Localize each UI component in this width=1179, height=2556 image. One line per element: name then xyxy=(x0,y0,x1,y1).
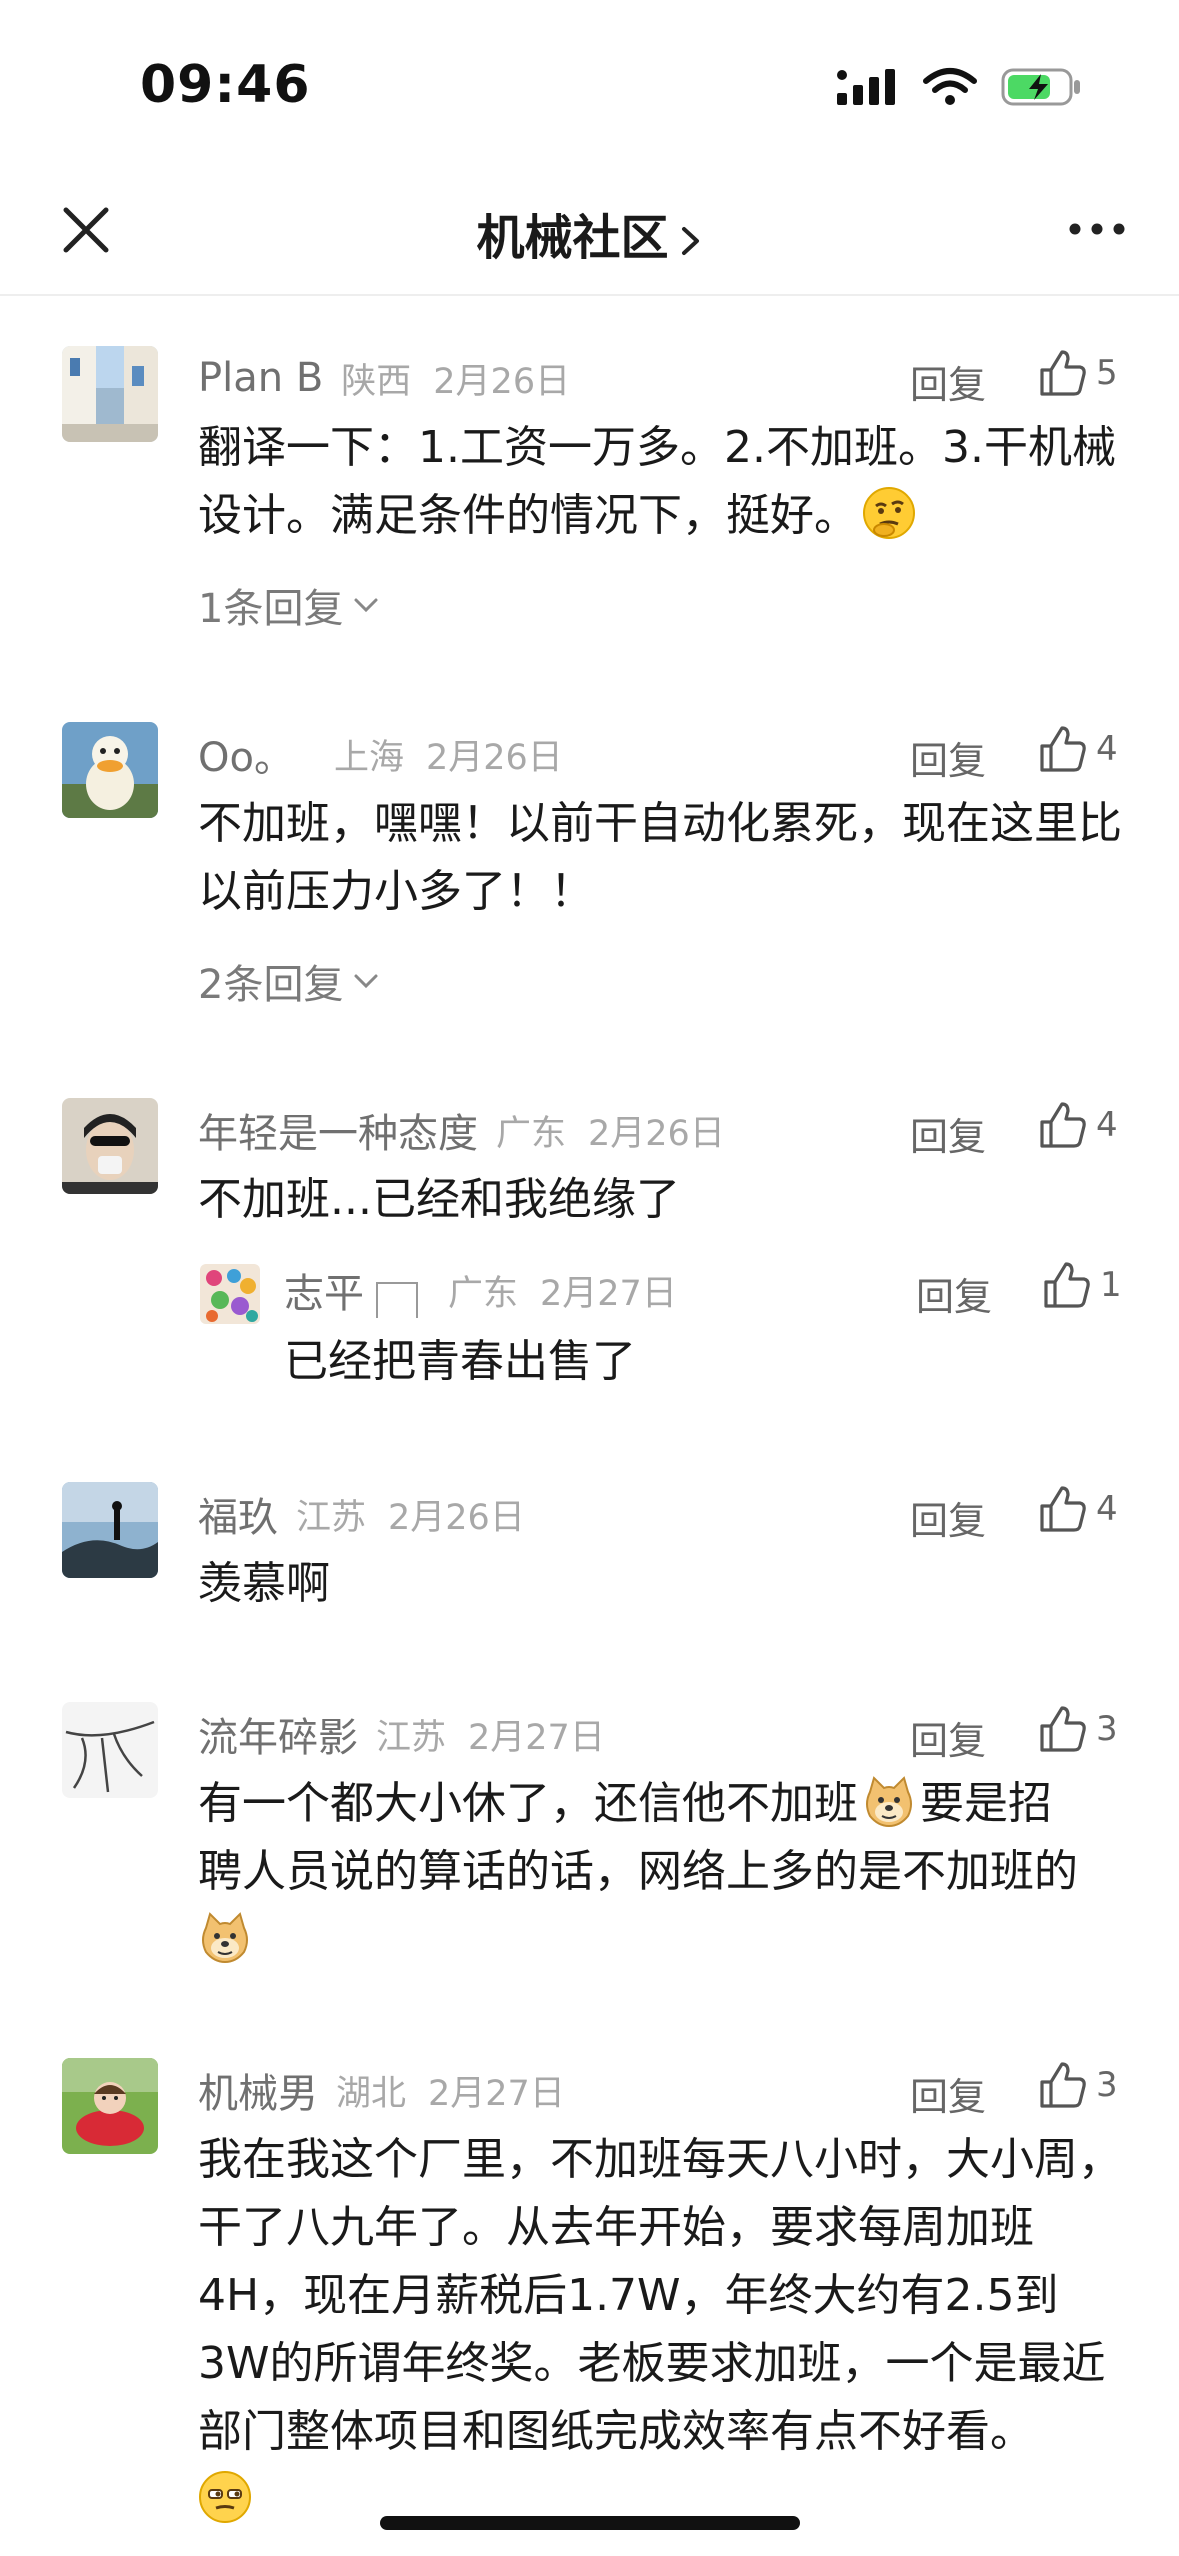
avatar[interactable] xyxy=(62,1702,158,1798)
battery-charging-icon xyxy=(1001,68,1080,106)
reply-button[interactable]: 回复 xyxy=(910,354,986,409)
comment-text: 不加班...已经和我绝缘了 xyxy=(198,1174,680,1225)
page-title-text[interactable]: 机械社区 xyxy=(476,210,668,266)
comment-text: 我在我这个厂里，不加班每天八小时，大小周，干了八九年了。从去年开始，要求每周加班… xyxy=(198,2126,1128,2534)
reply-location: 广东 xyxy=(448,1273,519,1314)
like-button[interactable]: 3 xyxy=(1038,1704,1118,1754)
comment-meta: 机械男 湖北 2月27日 xyxy=(198,2060,565,2120)
username[interactable]: Plan B xyxy=(198,355,323,401)
reply-button[interactable]: 回复 xyxy=(910,1490,986,1545)
reply-button[interactable]: 回复 xyxy=(910,730,986,785)
like-count: 3 xyxy=(1096,2065,1118,2105)
more-icon[interactable] xyxy=(1067,214,1127,244)
username[interactable]: 机械男 xyxy=(198,2061,318,2119)
chevron-right-icon xyxy=(681,227,699,255)
cellular-signal-icon xyxy=(837,69,895,105)
username[interactable]: 流年碎影 xyxy=(198,1705,358,1763)
chevron-down-icon xyxy=(354,598,378,613)
status-bar: 09:46 xyxy=(0,0,1179,170)
reply-button[interactable]: 回复 xyxy=(916,1266,992,1321)
like-button[interactable]: 1 xyxy=(1042,1260,1122,1310)
reply-button[interactable]: 回复 xyxy=(910,1106,986,1161)
date: 2月26日 xyxy=(588,1113,725,1154)
nav-bar: 机械社区 xyxy=(0,170,1179,296)
like-button[interactable]: 4 xyxy=(1038,724,1118,774)
badge-icon xyxy=(376,1282,418,1318)
reply-avatar[interactable] xyxy=(200,1264,260,1324)
comment-meta: 福玖 江苏 2月26日 xyxy=(198,1484,525,1544)
avatar[interactable] xyxy=(62,1098,158,1194)
comment-text: 翻译一下：1.工资一万多。2.不加班。3.干机械设计。满足条件的情况下，挺好。 xyxy=(198,414,1128,550)
location: 江苏 xyxy=(376,1717,447,1758)
unamused-emoji-icon xyxy=(199,2471,251,2523)
wifi-icon xyxy=(923,68,977,105)
comment-text: 羡慕啊 xyxy=(198,1558,330,1609)
thumbs-up-icon xyxy=(1040,1102,1086,1148)
date: 2月26日 xyxy=(425,737,563,778)
like-count: 4 xyxy=(1096,1105,1118,1145)
username[interactable]: 年轻是一种态度 xyxy=(198,1101,478,1159)
reply-username[interactable]: 志平 xyxy=(284,1261,364,1319)
home-indicator[interactable] xyxy=(380,2516,800,2530)
like-button[interactable]: 4 xyxy=(1038,1100,1118,1150)
username[interactable]: 福玖 xyxy=(198,1485,278,1543)
doge-emoji-icon xyxy=(202,1912,248,1964)
location: 陕西 xyxy=(341,361,412,402)
comment-meta: Plan B 陕西 2月26日 xyxy=(198,348,570,408)
reply-text: 已经把青春出售了 xyxy=(284,1336,636,1387)
reply-date: 2月27日 xyxy=(540,1273,677,1314)
like-count: 1 xyxy=(1100,1265,1122,1305)
location: 广东 xyxy=(496,1113,567,1154)
like-count: 4 xyxy=(1096,1489,1118,1529)
page-title[interactable]: 机械社区 xyxy=(0,198,1179,268)
like-count: 4 xyxy=(1096,729,1118,769)
thinking-emoji-icon xyxy=(863,487,915,539)
date: 2月27日 xyxy=(468,1717,605,1758)
thumbs-up-icon xyxy=(1040,1706,1086,1752)
location: 湖北 xyxy=(336,2073,407,2114)
username[interactable]: Oo。 xyxy=(198,725,294,783)
date: 2月26日 xyxy=(388,1497,525,1538)
thumbs-up-icon xyxy=(1040,350,1086,396)
comment-text-part: 要是招 xyxy=(920,1778,1052,1829)
reply-button[interactable]: 回复 xyxy=(910,2066,986,2121)
status-time: 09:46 xyxy=(140,55,311,115)
reply-button[interactable]: 回复 xyxy=(910,1710,986,1765)
expand-replies-label[interactable]: 1条回复 xyxy=(198,576,343,634)
comment-text-content: 我在我这个厂里，不加班每天八小时，大小周，干了八九年了。从去年开始，要求每周加班… xyxy=(198,2134,1122,2457)
status-icons xyxy=(835,66,1083,108)
date: 2月27日 xyxy=(428,2073,565,2114)
expand-replies-button[interactable]: 1条回复 xyxy=(198,576,379,634)
comment-text-part: 聘人员说的算话的话，网络上多的是不加班的 xyxy=(198,1846,1078,1897)
thumbs-up-icon xyxy=(1040,1486,1086,1532)
comment-text-part: 有一个都大小休了，还信他不加班 xyxy=(198,1778,858,1829)
chevron-down-icon xyxy=(354,974,378,989)
reply-meta: 志平 广东 2月27日 xyxy=(284,1260,677,1320)
location: 江苏 xyxy=(296,1497,367,1538)
like-button[interactable]: 5 xyxy=(1038,348,1118,398)
comment-meta: Oo。 上海 2月26日 xyxy=(198,724,563,784)
avatar[interactable] xyxy=(62,2058,158,2154)
expand-replies-label[interactable]: 2条回复 xyxy=(198,952,343,1010)
avatar[interactable] xyxy=(62,346,158,442)
avatar[interactable] xyxy=(62,1482,158,1578)
comment-meta: 年轻是一种态度 广东 2月26日 xyxy=(198,1100,725,1160)
avatar[interactable] xyxy=(62,722,158,818)
comment-text: 不加班，嘿嘿！以前干自动化累死，现在这里比以前压力小多了！！ xyxy=(198,798,1122,917)
comment-text: 有一个都大小休了，还信他不加班 要是招 聘人员说的算话的话，网络上多的是不加班的 xyxy=(198,1770,1128,1974)
like-button[interactable]: 3 xyxy=(1038,2060,1118,2110)
thumbs-up-icon xyxy=(1044,1262,1090,1308)
like-button[interactable]: 4 xyxy=(1038,1484,1118,1534)
thumbs-up-icon xyxy=(1040,2062,1086,2108)
comment-text-content: 翻译一下：1.工资一万多。2.不加班。3.干机械设计。满足条件的情况下，挺好。 xyxy=(198,422,1116,541)
doge-emoji-icon xyxy=(866,1776,912,1828)
expand-replies-button[interactable]: 2条回复 xyxy=(198,952,379,1010)
thumbs-up-icon xyxy=(1040,726,1086,772)
comment-meta: 流年碎影 江苏 2月27日 xyxy=(198,1704,605,1764)
like-count: 3 xyxy=(1096,1709,1118,1749)
like-count: 5 xyxy=(1096,353,1118,393)
date: 2月26日 xyxy=(433,361,571,402)
location: 上海 xyxy=(333,737,404,778)
